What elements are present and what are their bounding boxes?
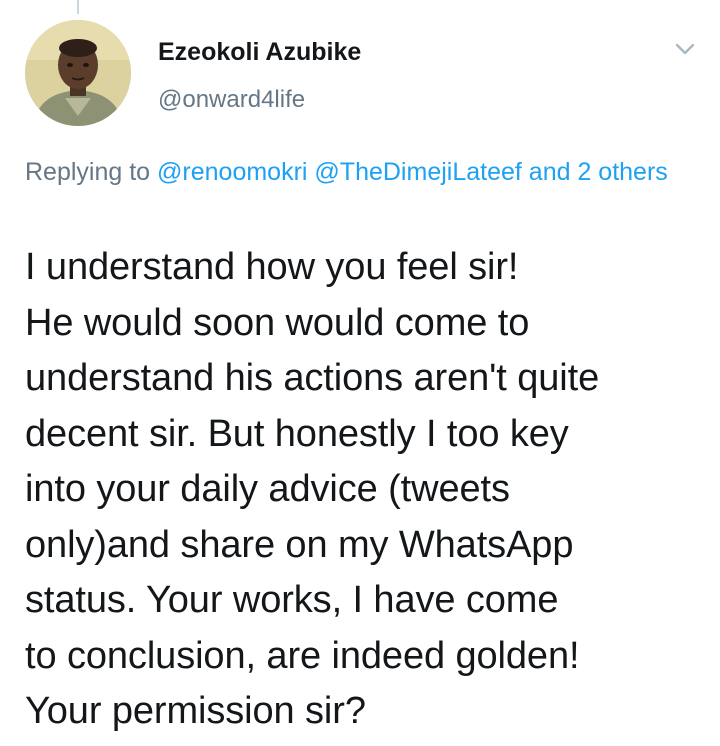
tweet-text-line: into your daily advice (tweets	[25, 468, 510, 510]
tweet-text-line: to conclusion, are indeed golden!	[25, 634, 580, 677]
avatar[interactable]	[25, 20, 131, 126]
tweet-text-line: only)and share on my WhatsApp	[25, 523, 574, 566]
tweet-text-line: Your permission sir?	[25, 690, 366, 732]
tweet-text-line: decent sir. But honestly I too key	[25, 412, 569, 455]
reply-context: Replying to @renoomokri @TheDimejiLateef…	[25, 153, 705, 191]
mention-thedimejilateef[interactable]: @TheDimejiLateef	[314, 158, 521, 186]
tweet-text: I understand how you feel sir! He would …	[25, 240, 715, 740]
tweet-text-line: He would soon would come to	[25, 301, 530, 344]
tweet-text-line: understand his actions aren't quite	[25, 357, 600, 399]
user-handle[interactable]: @onward4life	[158, 86, 305, 114]
tweet-text-line: I understand how you feel sir!	[25, 246, 519, 288]
mention-others-link[interactable]: and 2 others	[529, 158, 668, 186]
reply-prefix: Replying to	[25, 158, 158, 186]
tweet-menu-button[interactable]	[674, 38, 696, 60]
chevron-down-icon	[675, 43, 695, 55]
thread-connector-line	[77, 0, 79, 14]
profile-photo-icon	[25, 20, 131, 126]
tweet-text-line: status. Your works, I have come	[25, 579, 559, 621]
display-name[interactable]: Ezeokoli Azubike	[158, 38, 361, 67]
mention-renoomokri[interactable]: @renoomokri	[157, 158, 307, 186]
